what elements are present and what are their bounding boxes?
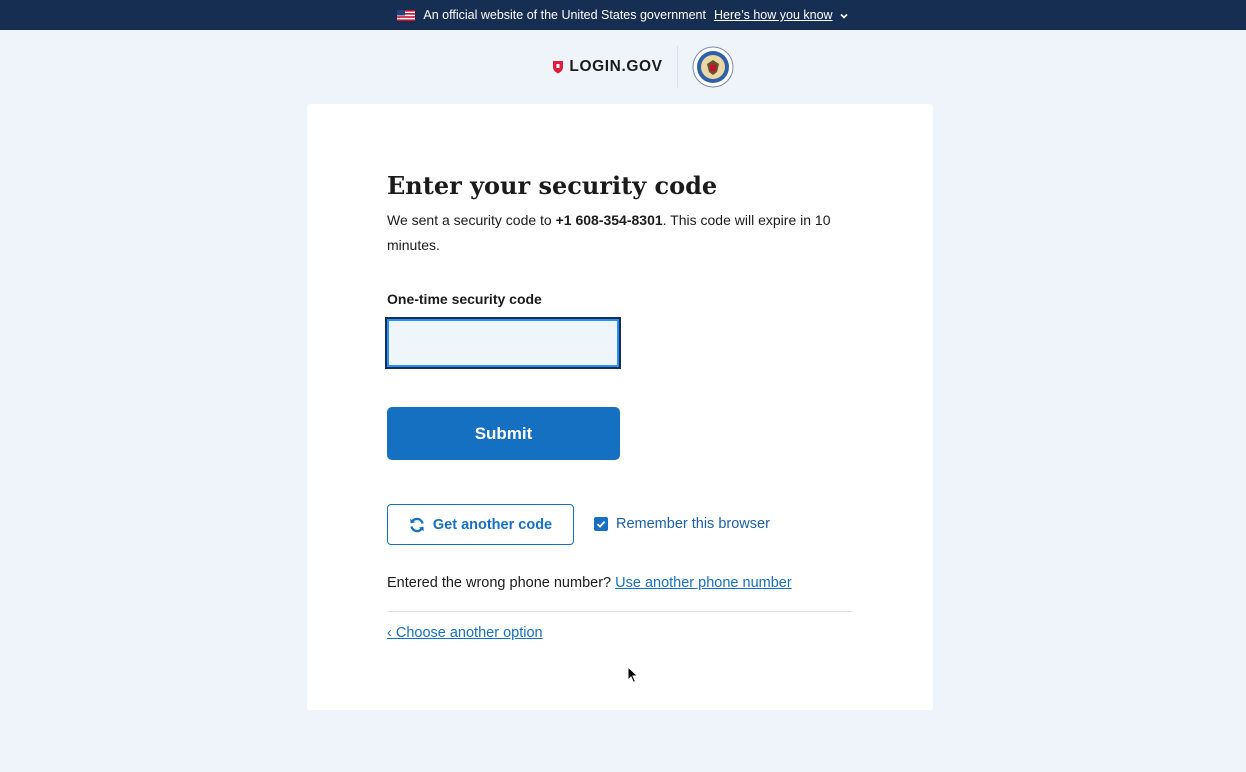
shield-icon [553,61,564,74]
get-another-code-label: Get another code [432,516,553,533]
wrong-number-text: Entered the wrong phone number? Use anot… [387,575,792,591]
refresh-icon [410,517,424,532]
how-you-know-link[interactable]: Here’s how you know [714,8,833,22]
use-another-phone-link[interactable]: Use another phone number [615,575,792,591]
wrong-number-prompt: Entered the wrong phone number? [387,575,612,591]
mouse-cursor-icon [627,666,639,684]
check-icon [596,520,606,528]
security-code-label: One-time security code [387,291,542,307]
remember-browser-label[interactable]: Remember this browser [616,516,770,532]
login-gov-logo[interactable]: LOGIN.GOV [552,58,662,76]
chevron-down-icon[interactable] [839,10,849,20]
main-card: Enter your security code We sent a secur… [307,104,933,710]
get-another-code-button[interactable]: Get another code [387,504,574,545]
banner-text: An official website of the United States… [423,8,706,22]
intro-prefix: We sent a security code to [387,212,556,228]
remember-browser[interactable]: Remember this browser [594,516,770,532]
site-header: LOGIN.GOV [0,44,1246,90]
divider [387,611,853,612]
submit-button[interactable]: Submit [387,407,620,460]
agency-seal-icon [692,46,734,88]
page-title: Enter your security code [387,171,718,200]
logo-text: LOGIN.GOV [569,58,663,75]
security-code-input[interactable] [385,317,621,369]
logo-divider [676,46,678,88]
remember-browser-checkbox[interactable] [594,517,608,531]
phone-number: +1 608-354-8301 [555,212,663,228]
intro-text: We sent a security code to +1 608-354-83… [387,208,853,258]
gov-banner: An official website of the United States… [0,0,1246,30]
us-flag-icon [397,9,416,21]
choose-another-option-link[interactable]: ‹ Choose another option [387,625,543,641]
